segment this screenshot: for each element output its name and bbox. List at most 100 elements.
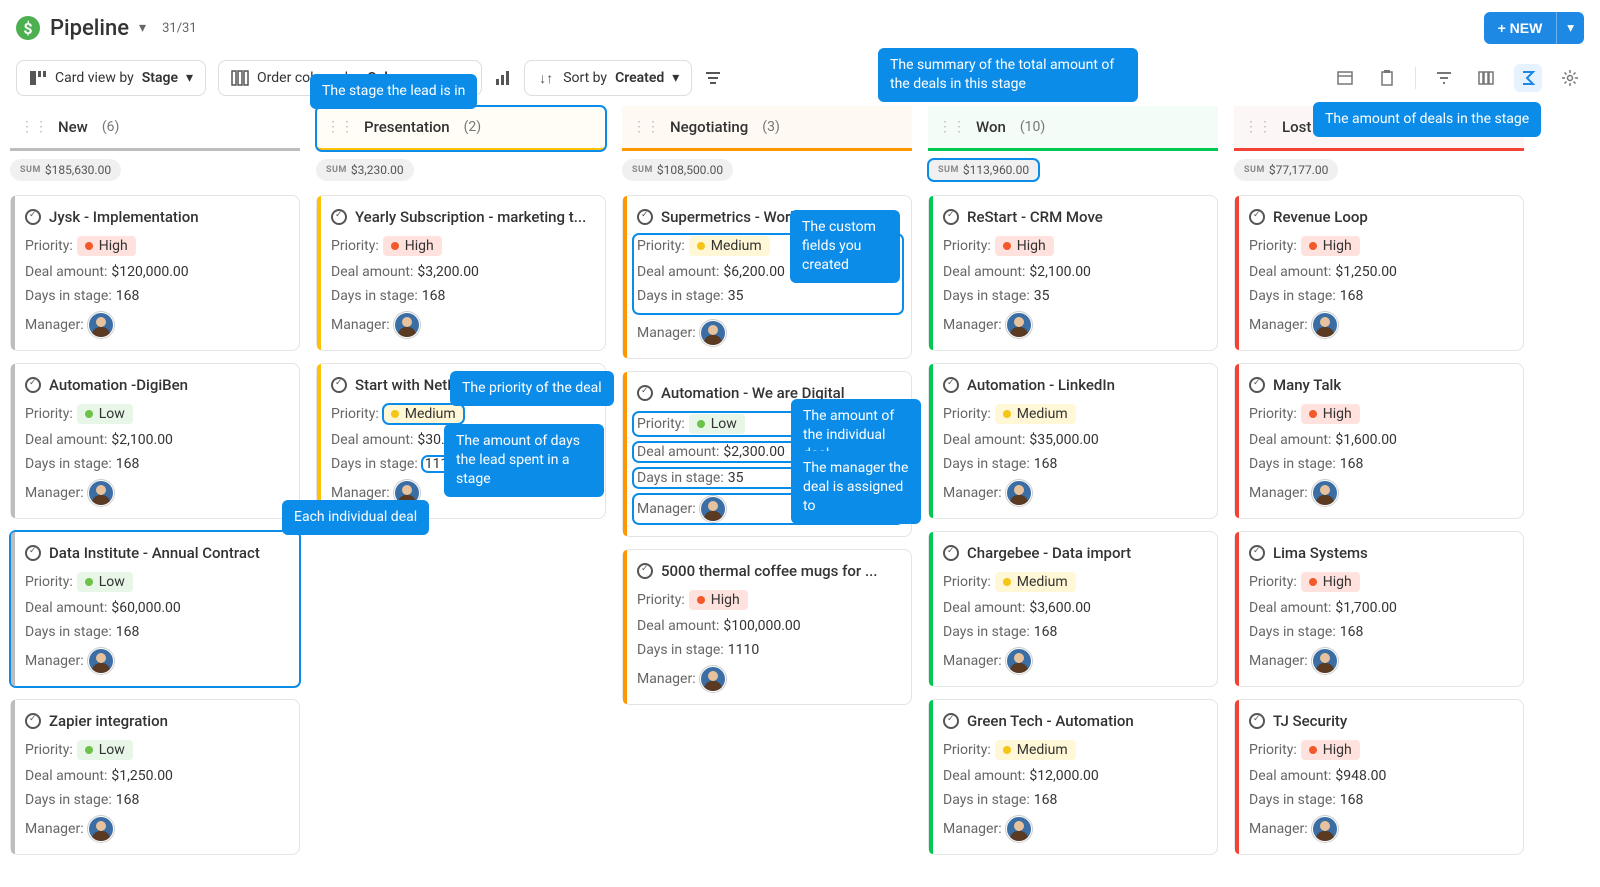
drag-grip-icon[interactable]: ⋮⋮ bbox=[20, 119, 48, 135]
days-field: Days in stage: 35 bbox=[633, 468, 903, 488]
columns-toggle-icon[interactable] bbox=[1472, 64, 1500, 92]
status-ring-icon bbox=[25, 545, 41, 561]
sort-prefix: Sort by bbox=[563, 70, 607, 86]
priority-field: Priority: Medium bbox=[331, 404, 593, 424]
column-lost: ⋮⋮ Lost (10) SUM$77,177.00 Revenue Loop … bbox=[1234, 106, 1524, 867]
deal-card[interactable]: Supermetrics - Workflows imple... Priori… bbox=[622, 195, 912, 359]
sort-value: Created bbox=[615, 70, 664, 86]
column-header[interactable]: ⋮⋮ Won (10) bbox=[928, 106, 1218, 151]
manager-avatar[interactable] bbox=[88, 648, 114, 674]
new-button-dropdown[interactable]: ▾ bbox=[1556, 12, 1584, 44]
sort-selector[interactable]: ↓↑ Sort by Created ▾ bbox=[524, 60, 692, 96]
amount-field: Deal amount: $3,200.00 bbox=[331, 264, 593, 280]
fields-wrapper: Priority: Medium Deal amount: $3,600.00 … bbox=[943, 572, 1205, 640]
manager-field: Manager: bbox=[25, 648, 287, 674]
deal-card[interactable]: Automation - LinkedIn Priority: Medium D… bbox=[928, 363, 1218, 519]
priority-field: Priority: Medium bbox=[637, 236, 899, 256]
priority-field: Priority: Medium bbox=[943, 740, 1205, 760]
deal-card[interactable]: Lima Systems Priority: High Deal amount:… bbox=[1234, 531, 1524, 687]
column-header[interactable]: ⋮⋮ Lost (10) bbox=[1234, 106, 1524, 151]
sum-badge: SUM$113,960.00 bbox=[928, 159, 1039, 181]
days-field: Days in stage: 168 bbox=[25, 792, 287, 808]
deal-title: Jysk - Implementation bbox=[25, 208, 287, 226]
sum-value: $108,500.00 bbox=[657, 163, 723, 177]
deal-card[interactable]: Many Talk Priority: High Deal amount: $1… bbox=[1234, 363, 1524, 519]
deal-card[interactable]: Green Tech - Automation Priority: Medium… bbox=[928, 699, 1218, 855]
card-view-prefix: Card view by bbox=[55, 70, 134, 86]
manager-avatar[interactable] bbox=[1006, 816, 1032, 842]
deal-card[interactable]: Jysk - Implementation Priority: High Dea… bbox=[10, 195, 300, 351]
deal-card[interactable]: Data Institute - Annual Contract Priorit… bbox=[10, 531, 300, 687]
settings-icon[interactable] bbox=[1556, 64, 1584, 92]
list-filter-icon[interactable] bbox=[704, 69, 722, 87]
manager-field: Manager: bbox=[943, 816, 1205, 842]
deal-card[interactable]: 5000 thermal coffee mugs for ... Priorit… bbox=[622, 549, 912, 705]
manager-avatar[interactable] bbox=[88, 480, 114, 506]
deal-title: Many Talk bbox=[1249, 376, 1511, 394]
record-counter: 31/31 bbox=[162, 21, 197, 36]
deal-card[interactable]: TJ Security Priority: High Deal amount: … bbox=[1234, 699, 1524, 855]
card-view-selector[interactable]: Card view by Stage ▾ bbox=[16, 60, 206, 96]
amount-field: Deal amount: $12,000.00 bbox=[943, 768, 1205, 784]
priority-dot-icon bbox=[85, 746, 93, 754]
clipboard-icon[interactable] bbox=[1373, 64, 1401, 92]
drag-grip-icon[interactable]: ⋮⋮ bbox=[938, 119, 966, 135]
manager-field: Manager: bbox=[331, 480, 593, 506]
column-count: (6) bbox=[102, 119, 120, 135]
status-ring-icon bbox=[943, 377, 959, 393]
drag-grip-icon[interactable]: ⋮⋮ bbox=[632, 119, 660, 135]
card-layout-icon[interactable] bbox=[1331, 64, 1359, 92]
manager-avatar[interactable] bbox=[88, 312, 114, 338]
view-dropdown-icon[interactable]: ▾ bbox=[139, 20, 146, 36]
manager-avatar[interactable] bbox=[394, 480, 420, 506]
deal-card[interactable]: Automation - We are Digital Priority: Lo… bbox=[622, 371, 912, 537]
deal-card[interactable]: Chargebee - Data import Priority: Medium… bbox=[928, 531, 1218, 687]
filter-icon[interactable] bbox=[1430, 64, 1458, 92]
manager-avatar[interactable] bbox=[1006, 312, 1032, 338]
drag-grip-icon[interactable]: ⋮⋮ bbox=[326, 119, 354, 135]
order-column-selector[interactable]: Order column by Column name ▾ bbox=[218, 60, 482, 96]
bar-chart-icon[interactable] bbox=[494, 69, 512, 87]
deal-card[interactable]: Start with NetHunt (sample) Priority: Me… bbox=[316, 363, 606, 519]
amount-field: Deal amount: $3,600.00 bbox=[943, 600, 1205, 616]
manager-avatar[interactable] bbox=[1006, 480, 1032, 506]
deal-title: 5000 thermal coffee mugs for ... bbox=[637, 562, 899, 580]
new-button[interactable]: + NEW bbox=[1484, 12, 1557, 44]
manager-field: Manager: bbox=[25, 816, 287, 842]
sum-badge: SUM$185,630.00 bbox=[10, 159, 121, 181]
sigma-icon[interactable] bbox=[1514, 64, 1542, 92]
manager-avatar[interactable] bbox=[1006, 648, 1032, 674]
days-field: Days in stage: 168 bbox=[943, 624, 1205, 640]
deal-card[interactable]: Revenue Loop Priority: High Deal amount:… bbox=[1234, 195, 1524, 351]
manager-avatar[interactable] bbox=[1312, 480, 1338, 506]
deal-card[interactable]: ReStart - CRM Move Priority: High Deal a… bbox=[928, 195, 1218, 351]
toolbar: Card view by Stage ▾ Order column by Col… bbox=[0, 56, 1600, 106]
manager-avatar[interactable] bbox=[394, 312, 420, 338]
drag-grip-icon[interactable]: ⋮⋮ bbox=[1244, 119, 1272, 135]
manager-avatar[interactable] bbox=[1312, 312, 1338, 338]
column-header[interactable]: ⋮⋮ Presentation (2) bbox=[316, 106, 606, 151]
deal-card[interactable]: Yearly Subscription - marketing t... Pri… bbox=[316, 195, 606, 351]
manager-avatar[interactable] bbox=[88, 816, 114, 842]
deal-title: Lima Systems bbox=[1249, 544, 1511, 562]
kanban-board: ⋮⋮ New (6) SUM$185,630.00 Jysk - Impleme… bbox=[0, 106, 1600, 887]
manager-avatar[interactable] bbox=[700, 666, 726, 692]
fields-wrapper: Priority: High Deal amount: $100,000.00 … bbox=[637, 590, 899, 658]
manager-avatar[interactable] bbox=[700, 496, 726, 522]
deal-card[interactable]: Zapier integration Priority: Low Deal am… bbox=[10, 699, 300, 855]
amount-field: Deal amount: $948.00 bbox=[1249, 768, 1511, 784]
manager-avatar[interactable] bbox=[700, 320, 726, 346]
column-header[interactable]: ⋮⋮ Negotiating (3) bbox=[622, 106, 912, 151]
priority-field: Priority: High bbox=[943, 236, 1205, 256]
sum-badge: SUM$108,500.00 bbox=[622, 159, 733, 181]
status-ring-icon bbox=[637, 209, 653, 225]
days-field: Days in stage: 35 bbox=[943, 288, 1205, 304]
manager-field: Manager: bbox=[1249, 480, 1511, 506]
sum-label: SUM bbox=[938, 165, 959, 175]
status-ring-icon bbox=[637, 385, 653, 401]
manager-avatar[interactable] bbox=[1312, 648, 1338, 674]
column-header[interactable]: ⋮⋮ New (6) bbox=[10, 106, 300, 151]
deal-card[interactable]: Automation -DigiBen Priority: Low Deal a… bbox=[10, 363, 300, 519]
manager-avatar[interactable] bbox=[1312, 816, 1338, 842]
manager-field: Manager: bbox=[1249, 816, 1511, 842]
